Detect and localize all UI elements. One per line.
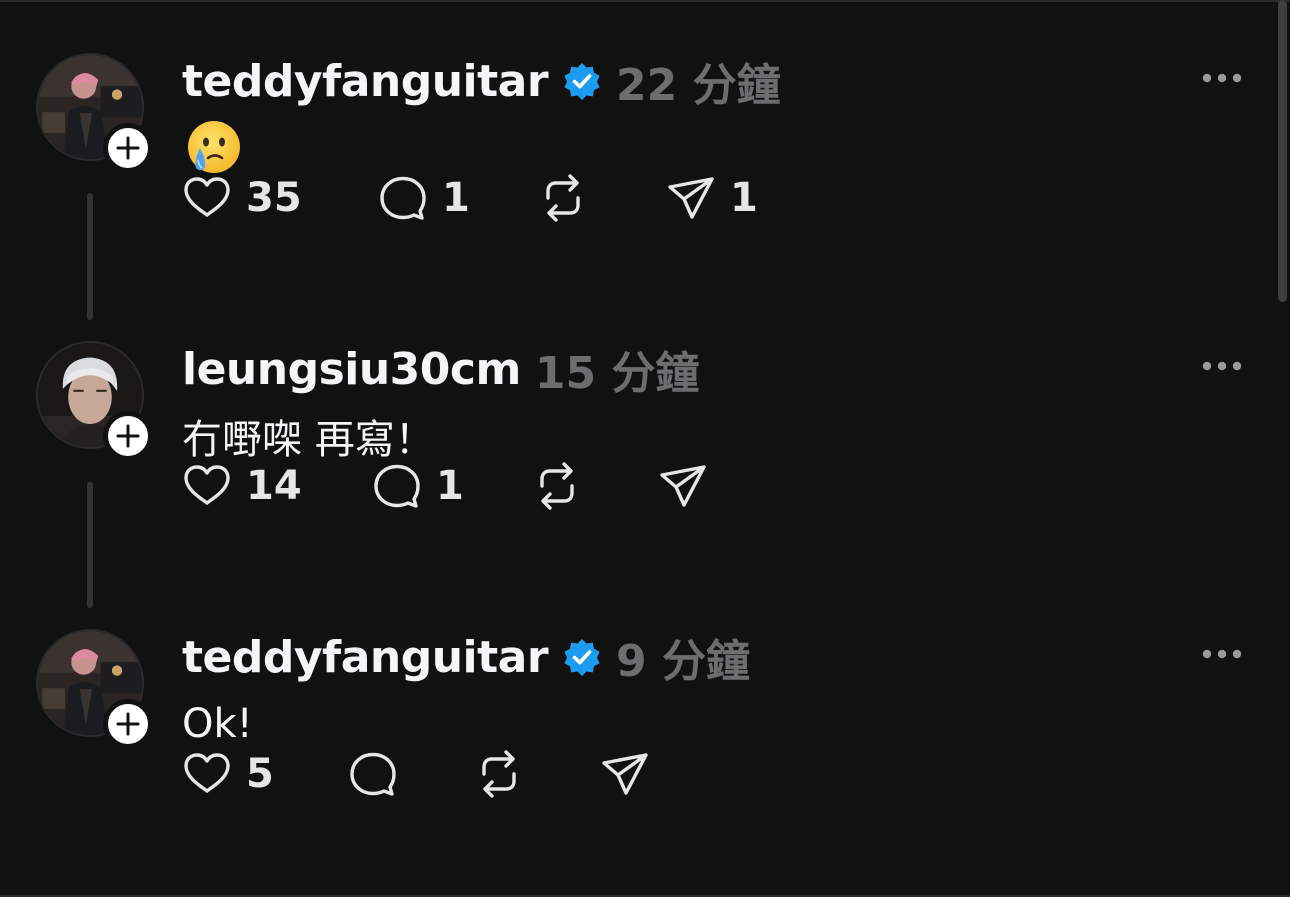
plus-icon [116,712,140,736]
more-options-button[interactable] [1198,62,1246,94]
post-timestamp[interactable]: 15 分鐘 [535,337,700,401]
post-actions: 5 [180,746,880,802]
face-holding-back-tears-emoji [188,121,240,173]
repost-button[interactable] [472,746,526,802]
repost-button[interactable] [536,170,590,226]
repost-button[interactable] [530,458,584,514]
comment-bubble-icon [350,752,396,796]
comment-bubble-icon [374,464,420,508]
send-paper-plane-icon [668,177,714,219]
thread-view: teddyfanguitar 22 分鐘 35 1 1 leungsiu30cm… [0,0,1290,897]
reply-button[interactable]: 1 [370,458,464,514]
post-content [182,118,242,178]
more-options-button[interactable] [1198,350,1246,382]
reply-button[interactable] [346,746,400,802]
plus-icon [116,424,140,448]
heart-icon [184,177,230,217]
share-button[interactable] [598,746,652,802]
reply-count: 1 [442,175,470,221]
like-button[interactable]: 14 [180,458,302,514]
share-count: 1 [730,175,758,221]
post-header: leungsiu30cm 15 分鐘 [182,337,700,401]
ellipsis-icon [1202,73,1242,83]
thread-post: teddyfanguitar 22 分鐘 35 1 1 [0,0,1270,288]
username-link[interactable]: teddyfanguitar [182,632,549,683]
reply-count: 1 [436,463,464,509]
plus-icon [116,136,140,160]
send-paper-plane-icon [660,465,706,507]
post-header: teddyfanguitar 9 分鐘 [182,625,750,689]
repost-arrows-icon [540,462,574,510]
more-options-button[interactable] [1198,638,1246,670]
ellipsis-icon [1202,649,1242,659]
post-timestamp[interactable]: 9 分鐘 [616,625,750,689]
post-content: Ok! [182,701,253,747]
verified-badge-icon [562,61,602,101]
like-count: 5 [246,751,274,797]
post-actions: 14 1 [180,458,880,514]
follow-button[interactable] [103,123,153,173]
heart-icon [184,753,230,793]
repost-arrows-icon [482,750,516,798]
verified-badge-icon [562,637,602,677]
ellipsis-icon [1202,361,1242,371]
heart-icon [184,465,230,505]
like-button[interactable]: 5 [180,746,274,802]
username-link[interactable]: teddyfanguitar [182,56,549,107]
send-paper-plane-icon [602,753,648,795]
reply-button[interactable]: 1 [376,170,470,226]
post-header: teddyfanguitar 22 分鐘 [182,49,781,113]
thread-post: teddyfanguitar 9 分鐘 Ok! 5 [0,576,1270,864]
comment-bubble-icon [380,176,426,220]
username-link[interactable]: leungsiu30cm [182,344,521,395]
scrollbar[interactable] [1278,0,1287,302]
like-button[interactable]: 35 [180,170,302,226]
follow-button[interactable] [103,411,153,461]
share-button[interactable] [656,458,710,514]
post-timestamp[interactable]: 22 分鐘 [616,49,781,113]
post-actions: 35 1 1 [180,170,880,226]
like-count: 35 [246,175,302,221]
follow-button[interactable] [103,699,153,749]
like-count: 14 [246,463,302,509]
repost-arrows-icon [546,174,580,222]
thread-post: leungsiu30cm 15 分鐘 冇嘢㗎 再寫！ 14 1 [0,288,1270,576]
post-content: 冇嘢㗎 再寫！ [182,417,435,463]
share-button[interactable]: 1 [664,170,758,226]
